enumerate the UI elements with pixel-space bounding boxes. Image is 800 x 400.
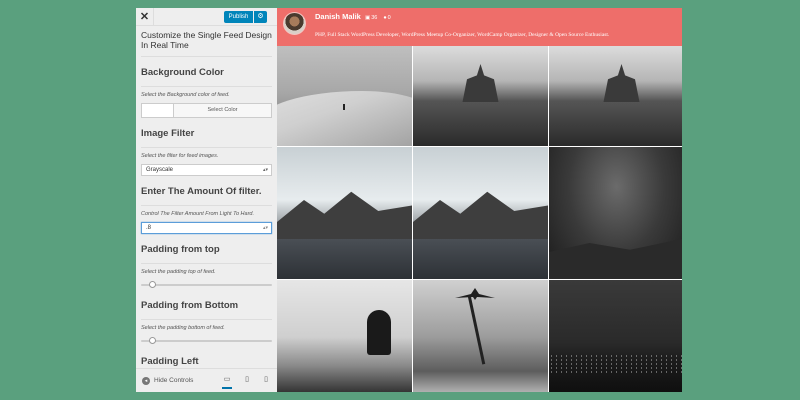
customizer-panel: ✕ Publish ⚙ Customize the Single Feed De…	[136, 8, 277, 392]
slider-track[interactable]	[141, 284, 272, 286]
followers-stat: ●0	[383, 15, 390, 21]
padding-top-heading: Padding from top	[141, 244, 272, 264]
padding-top-slider[interactable]	[141, 280, 272, 290]
padding-bottom-slider[interactable]	[141, 336, 272, 346]
image-filter-value: Grayscale	[146, 167, 174, 173]
customizer-controls[interactable]: Customize the Single Feed Design In Real…	[136, 26, 277, 368]
feed-image[interactable]	[549, 280, 682, 392]
feed-image[interactable]	[277, 46, 412, 146]
background-color-description: Select the Background color of feed.	[141, 92, 230, 98]
gear-icon: ⚙	[257, 13, 264, 20]
publish-button[interactable]: Publish	[224, 11, 253, 23]
mobile-preview-icon[interactable]: ▯	[261, 375, 271, 385]
profile-username[interactable]: Danish Malik	[315, 12, 361, 21]
hide-controls-icon[interactable]: ◂	[142, 377, 150, 385]
feed-image[interactable]	[549, 147, 682, 279]
publish-settings-button[interactable]: ⚙	[254, 11, 267, 23]
padding-top-description: Select the padding top of feed.	[141, 269, 216, 275]
feed-image[interactable]	[413, 280, 548, 392]
photo-grid	[277, 46, 682, 392]
slider-thumb[interactable]	[149, 337, 156, 344]
padding-bottom-description: Select the padding bottom of feed.	[141, 325, 225, 331]
feed-preview: Danish Malik ▣36 ●0 PHP, Full Stack Word…	[277, 8, 682, 392]
desktop-preview-icon[interactable]: ▭	[222, 375, 232, 389]
hide-controls-button[interactable]: Hide Controls	[154, 377, 193, 385]
posts-stat: ▣36	[365, 15, 377, 21]
customizer-topbar: ✕ Publish ⚙	[136, 8, 277, 26]
feed-image[interactable]	[277, 147, 412, 279]
avatar[interactable]	[283, 12, 306, 35]
followers-count: 0	[387, 15, 391, 21]
filter-amount-input[interactable]: .8 ▴▾	[141, 222, 272, 234]
user-icon: ●	[383, 15, 387, 21]
close-button[interactable]: ✕	[136, 8, 154, 26]
image-filter-heading: Image Filter	[141, 128, 272, 148]
image-icon: ▣	[365, 15, 371, 21]
filter-amount-value: .8	[146, 225, 152, 231]
image-filter-description: Select the filter for feed images.	[141, 153, 219, 159]
spinner-icon[interactable]: ▴▾	[263, 223, 268, 233]
feed-image[interactable]	[413, 46, 548, 146]
slider-track[interactable]	[141, 340, 272, 342]
filter-amount-description: Control The Filter Amount From Light To …	[141, 211, 254, 217]
feed-image[interactable]	[549, 46, 682, 146]
background-color-picker[interactable]: Select Color	[141, 103, 272, 118]
filter-amount-heading: Enter The Amount Of filter.	[141, 186, 272, 206]
feed-image[interactable]	[413, 147, 548, 279]
posts-count: 36	[371, 15, 378, 21]
profile-bio: PHP, Full Stack WordPress Developer, Wor…	[315, 32, 610, 38]
background-color-heading: Background Color	[141, 67, 272, 87]
profile-stats: ▣36 ●0	[365, 15, 391, 21]
slider-thumb[interactable]	[149, 281, 156, 288]
panel-title: Customize the Single Feed Design In Real…	[141, 30, 272, 57]
padding-left-heading: Padding Left	[141, 356, 272, 368]
color-swatch[interactable]	[142, 104, 174, 117]
select-color-button[interactable]: Select Color	[174, 104, 271, 117]
chevron-updown-icon: ▴▾	[262, 167, 268, 173]
profile-header: Danish Malik ▣36 ●0 PHP, Full Stack Word…	[277, 8, 682, 46]
feed-image[interactable]	[277, 280, 412, 392]
customizer-footer: ◂ Hide Controls ▭ ▯ ▯	[136, 368, 277, 392]
tablet-preview-icon[interactable]: ▯	[242, 375, 252, 385]
padding-bottom-heading: Padding from Bottom	[141, 300, 272, 320]
image-filter-select[interactable]: Grayscale ▴▾	[141, 164, 272, 176]
